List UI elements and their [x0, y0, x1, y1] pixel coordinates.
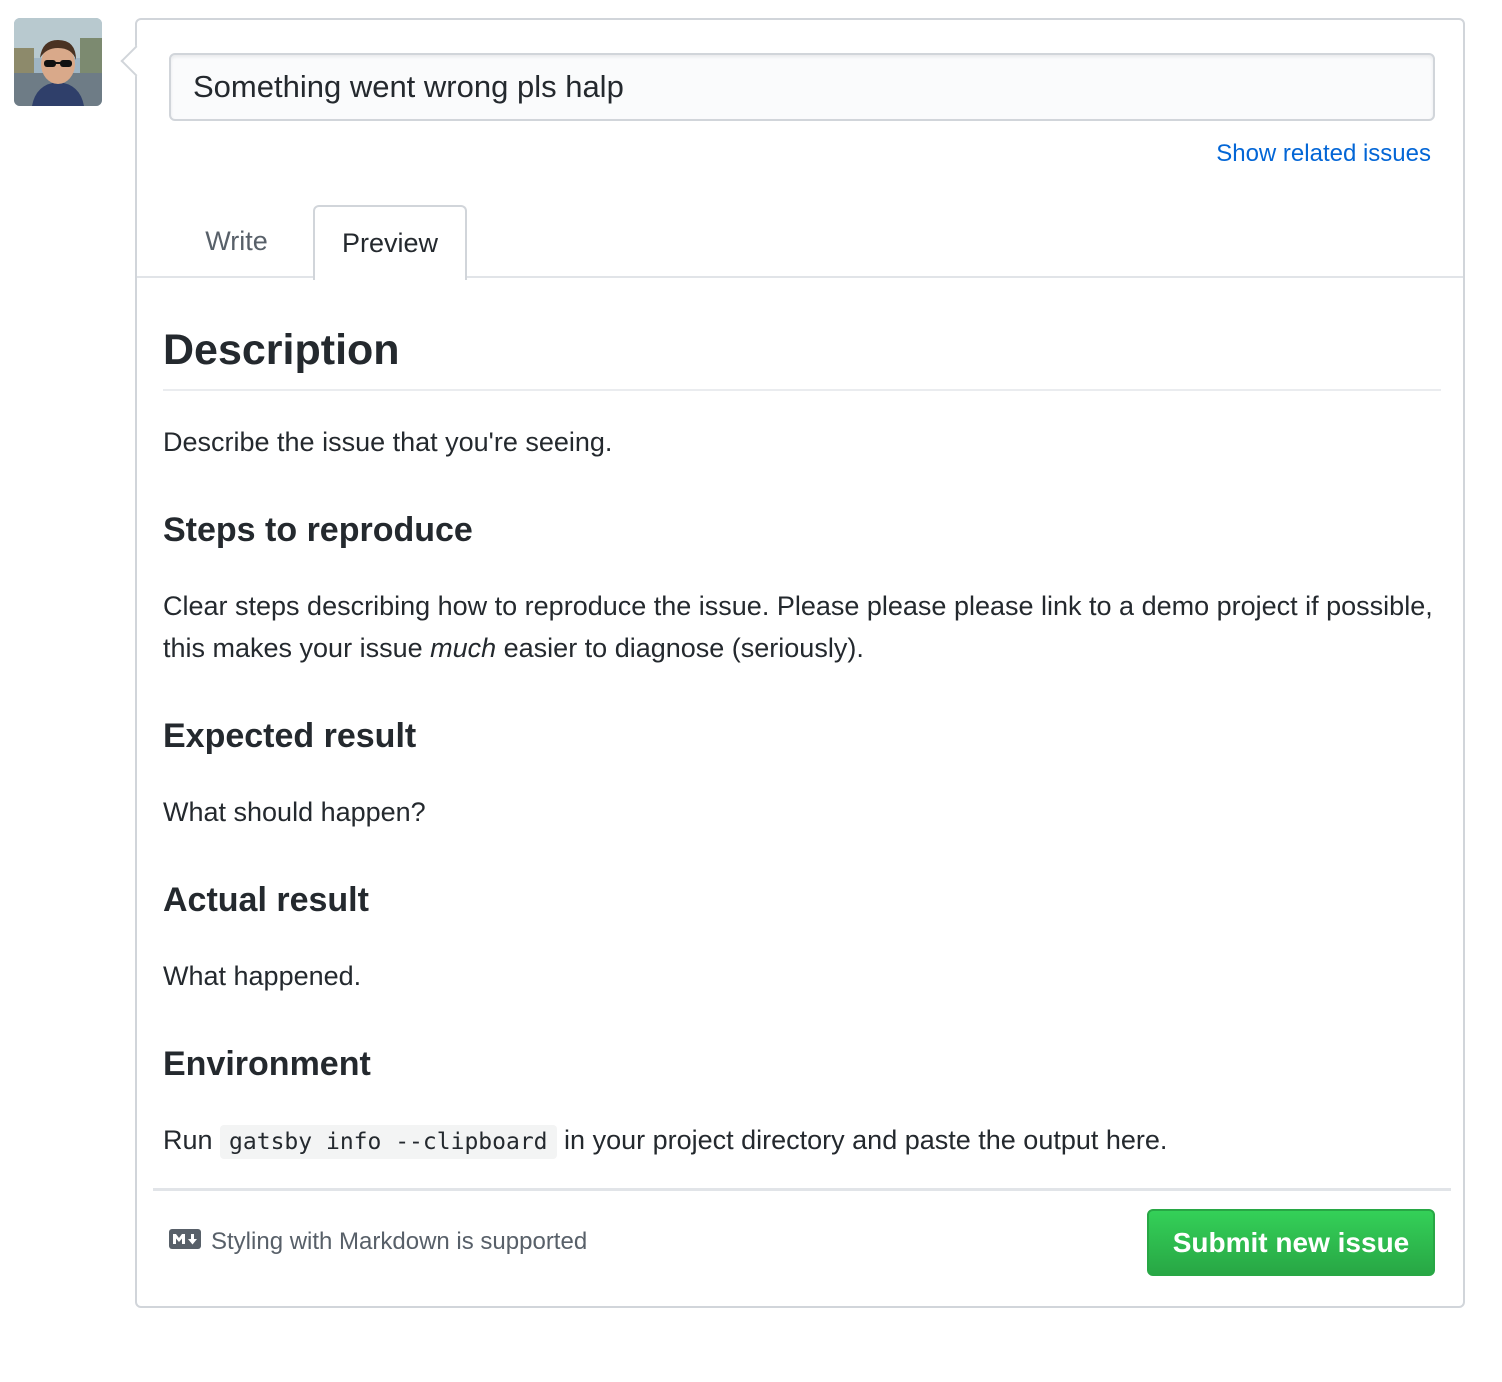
- issue-title-input[interactable]: [169, 53, 1435, 121]
- description-text: Describe the issue that you're seeing.: [163, 427, 613, 457]
- expected-result-heading: Expected result: [163, 717, 417, 755]
- tab-preview[interactable]: Preview: [313, 205, 467, 280]
- steps-text: Clear steps describing how to reproduce …: [163, 585, 1441, 669]
- description-heading: Description: [163, 325, 1441, 391]
- markdown-note: Styling with Markdown is supported: [169, 1228, 587, 1256]
- steps-text-emphasis: much: [430, 633, 497, 663]
- tab-write[interactable]: Write: [169, 205, 304, 278]
- expected-result-text: What should happen?: [163, 797, 426, 827]
- footer-divider: [153, 1188, 1451, 1191]
- issue-form: Show related issues Write Preview Descri…: [120, 18, 1465, 1308]
- editor-tabs: Write Preview: [137, 205, 1463, 280]
- submit-new-issue-button[interactable]: Submit new issue: [1147, 1209, 1435, 1276]
- steps-heading: Steps to reproduce: [163, 511, 473, 549]
- actual-result-heading: Actual result: [163, 881, 369, 919]
- steps-text-end: easier to diagnose (seriously).: [496, 633, 864, 663]
- card-pointer: [120, 45, 152, 77]
- show-related-issues-link[interactable]: Show related issues: [1216, 140, 1431, 168]
- environment-text-end: in your project directory and paste the …: [556, 1125, 1168, 1155]
- environment-heading: Environment: [163, 1045, 371, 1083]
- markdown-icon: [169, 1228, 201, 1256]
- environment-text-start: Run: [163, 1125, 221, 1155]
- markdown-note-text: Styling with Markdown is supported: [211, 1228, 588, 1255]
- actual-result-text: What happened.: [163, 961, 362, 991]
- environment-text: Run gatsby info --clipboard in your proj…: [163, 1119, 1441, 1163]
- avatar[interactable]: [14, 18, 102, 106]
- environment-code: gatsby info --clipboard: [220, 1125, 557, 1159]
